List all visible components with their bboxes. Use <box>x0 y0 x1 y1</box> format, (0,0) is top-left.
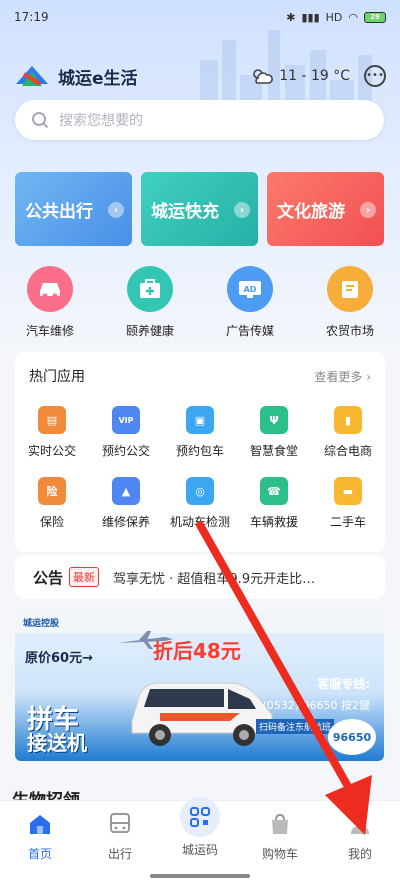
app-title: 城运e生活 <box>58 68 138 89</box>
message-icon[interactable]: ••• <box>364 65 386 87</box>
view-more-link[interactable]: 查看更多 › <box>314 368 371 385</box>
tab-travel[interactable]: 出行 <box>80 801 160 888</box>
app-label: 保险 <box>39 515 64 529</box>
chevron-right-icon: › <box>108 202 124 218</box>
tab-home[interactable]: 首页 <box>0 801 80 888</box>
app-label: 综合电商 <box>323 444 372 458</box>
app-label: 维修保养 <box>101 515 150 529</box>
hotline-number: (0532) 96650 按2键 <box>262 699 370 712</box>
hotline-label: 客服专线: <box>317 677 370 691</box>
app-label: 二手车 <box>329 515 366 529</box>
search-placeholder: 搜索您想要的 <box>59 113 143 129</box>
bus-icon <box>106 811 134 837</box>
wifi-icon: ◠ <box>348 10 358 24</box>
hot-app-item[interactable]: ▲ 维修保养 <box>89 477 163 530</box>
app-icon: ☎ <box>260 477 288 505</box>
qr-code-icon <box>180 797 220 837</box>
hot-app-item[interactable]: ▬ 二手车 <box>311 477 385 530</box>
service-health[interactable]: 颐养健康 <box>100 266 200 339</box>
app-icon: 险 <box>38 477 66 505</box>
app-icon: ▣ <box>186 406 214 434</box>
promo-banner[interactable]: 城运控股 原价60元→ 折后48元 拼车 接送机 客服专线: (0532) 96… <box>15 611 384 761</box>
hot-apps-card: 热门应用 查看更多 › ▤ 实时公交 VIP 预约公交 ▣ 预约包车 Ψ 智慧食堂 ▮ 综合电商险… <box>15 352 385 552</box>
banner-topbar <box>15 611 384 633</box>
network-type: HD <box>325 10 343 24</box>
app-label: 实时公交 <box>27 444 76 458</box>
tab-cart[interactable]: 购物车 <box>240 801 320 888</box>
notice-bar[interactable]: 公告 最新 驾享无忧 · 超值租车9.9元开走比… <box>15 555 385 599</box>
home-indicator <box>150 874 250 878</box>
svg-text:AD: AD <box>244 285 257 294</box>
notice-title: 公告 <box>33 568 64 587</box>
hot-app-item[interactable]: VIP 预约公交 <box>89 406 163 459</box>
battery-icon: 29 <box>364 11 386 23</box>
hot-app-item[interactable]: ▤ 实时公交 <box>15 406 89 459</box>
hot-app-item[interactable]: ◎ 机动车检测 <box>163 477 237 530</box>
hot-app-item[interactable]: Ψ 智慧食堂 <box>237 406 311 459</box>
app-icon: ▲ <box>112 477 140 505</box>
status-time: 17:19 <box>14 10 49 24</box>
car-icon <box>27 266 73 312</box>
price-discount: 折后48元 <box>153 639 241 663</box>
banner-subtitle: 接送机 <box>27 731 87 755</box>
qr-caption: 扫码备注东航航班 <box>255 719 334 734</box>
notice-badge: 最新 <box>69 567 100 587</box>
app-label: 预约包车 <box>175 444 224 458</box>
app-logo <box>16 66 48 86</box>
cart-icon <box>266 811 294 837</box>
hot-apps-title: 热门应用 <box>29 369 85 385</box>
service-row: 汽车维修 颐养健康 AD 广告传媒 农贸市场 <box>0 266 400 339</box>
signal-icon: ▮▮▮ <box>301 10 320 24</box>
app-icon: ◎ <box>186 477 214 505</box>
notice-text: 驾享无忧 · 超值租车9.9元开走比… <box>113 571 316 587</box>
van-image <box>131 682 273 746</box>
category-culture-tourism[interactable]: 文化旅游 › <box>267 172 384 246</box>
app-icon: VIP <box>112 406 140 434</box>
status-bar: 17:19 ✱ ▮▮▮ HD ◠ 29 <box>0 0 400 34</box>
search-input[interactable]: 搜索您想要的 <box>15 100 384 140</box>
price-original: 原价60元→ <box>25 651 93 666</box>
app-icon: ▬ <box>334 477 362 505</box>
hot-apps-grid: ▤ 实时公交 VIP 预约公交 ▣ 预约包车 Ψ 智慧食堂 ▮ 综合电商险保险 ▲ 维修保养 ◎ 机动车检… <box>15 400 385 530</box>
chevron-right-icon: › <box>234 202 250 218</box>
hot-apps-header: 热门应用 查看更多 › <box>15 352 385 400</box>
app-icon: Ψ <box>260 406 288 434</box>
category-fast-charging[interactable]: 城运快充 › <box>141 172 258 246</box>
chevron-right-icon: › <box>360 202 376 218</box>
tab-profile[interactable]: 我的 <box>320 801 400 888</box>
app-label: 智慧食堂 <box>249 444 298 458</box>
bluetooth-icon: ✱ <box>286 10 296 24</box>
profile-icon <box>346 811 374 837</box>
service-car-repair[interactable]: 汽车维修 <box>0 266 100 339</box>
app-header: 城运e生活 11 - 19 °C ••• <box>14 60 386 92</box>
weather-temperature: 11 - 19 °C <box>279 68 350 84</box>
hot-app-item[interactable]: ☎ 车辆救援 <box>237 477 311 530</box>
app-label: 车辆救援 <box>249 515 298 529</box>
home-icon <box>26 811 54 837</box>
banner-logo: 城运控股 <box>23 619 60 629</box>
medical-kit-icon <box>127 266 173 312</box>
app-icon: ▤ <box>38 406 66 434</box>
service-advertising[interactable]: AD 广告传媒 <box>200 266 300 339</box>
hot-app-item[interactable]: 险保险 <box>15 477 89 530</box>
weather-widget[interactable]: 11 - 19 °C <box>251 68 350 84</box>
app-label: 预约公交 <box>101 444 150 458</box>
cloud-sun-icon <box>253 69 274 84</box>
app-label: 机动车检测 <box>169 515 230 529</box>
app-icon: ▮ <box>334 406 362 434</box>
market-icon <box>327 266 373 312</box>
hot-app-item[interactable]: ▮ 综合电商 <box>311 406 385 459</box>
category-tiles: 公共出行 › 城运快充 › 文化旅游 › <box>15 172 385 246</box>
hot-app-item[interactable]: ▣ 预约包车 <box>163 406 237 459</box>
hotline-badge: 96650 <box>328 719 376 755</box>
search-icon <box>32 112 49 129</box>
status-icons: ✱ ▮▮▮ HD ◠ 29 <box>286 11 386 24</box>
ad-screen-icon: AD <box>227 266 273 312</box>
category-public-transport[interactable]: 公共出行 › <box>15 172 132 246</box>
service-farmers-market[interactable]: 农贸市场 <box>300 266 400 339</box>
